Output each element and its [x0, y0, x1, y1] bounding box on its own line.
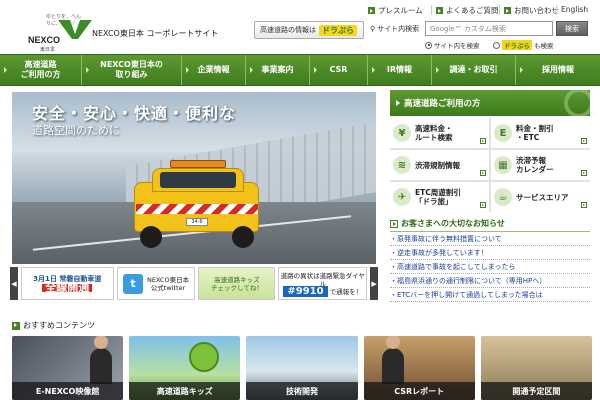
main-nav: 高速道路 ご利用の方 NEXCO東日本の 取り組み 企業情報 事業案内 CSR IR… [0, 54, 600, 86]
banner-joban-open[interactable]: 3月1日 常磐自動車道 全線開通 [20, 267, 114, 300]
carousel-prev-button[interactable]: ◀ [10, 267, 18, 300]
util-link-english[interactable]: English [561, 5, 588, 14]
arrow-icon [390, 219, 398, 228]
nexco-logo[interactable]: ゆとりを、べんりに、ウェイ。 NEXCO 東日本 [14, 8, 92, 53]
recommended-title: おすすめコンテンツ [12, 320, 95, 331]
radio-site-search[interactable]: サイト内を検索 [425, 40, 480, 50]
right-column: 高速道路ご利用の方 ¥ 高速料金・ ルート検索 E 料金・割引 ・ETC ≋ 渋滞規… [390, 90, 590, 302]
logo-text: NEXCO [28, 35, 61, 45]
important-notices: お客さまへの大切なお知らせ ・原発事故に伴う無料措置について ・逆走事故が多発し… [390, 218, 590, 302]
service-grid: ¥ 高速料金・ ルート検索 E 料金・割引 ・ETC ≋ 渋滞規制情報 ▦ 渋滞予報… [390, 118, 590, 212]
link-arrow-icon [480, 170, 486, 176]
service-congestion-calendar[interactable]: ▦ 渋滞予報 カレンダー [491, 150, 590, 180]
search-input[interactable]: Google™ カスタム検索 [425, 21, 553, 36]
license-plate: 34-6 [186, 218, 208, 226]
arrow-icon [504, 7, 511, 14]
link-arrow-icon [480, 202, 486, 208]
v-mark-icon [58, 20, 92, 39]
service-fare-discount-etc[interactable]: E 料金・割引 ・ETC [491, 118, 590, 148]
banner-twitter[interactable]: t NEXCO東日本 公式twitter [116, 267, 196, 300]
warning-light-icon [170, 160, 226, 168]
banner-kids[interactable]: 高速道路キッズ チェックしてね！ [198, 267, 276, 300]
wheel-icon [564, 90, 590, 116]
twitter-icon: t [122, 273, 143, 294]
rec-video-hall[interactable]: E-NEXCO映像館 [12, 336, 124, 400]
search-label: ⚲ サイト内検索 [370, 25, 420, 33]
nav-item-csr[interactable]: CSR [310, 55, 368, 85]
service-toll-route[interactable]: ¥ 高速料金・ ルート検索 [390, 118, 489, 148]
link-arrow-icon [581, 138, 587, 144]
nav-item-users[interactable]: 高速道路 ご利用の方 [0, 55, 82, 85]
divider [499, 5, 500, 15]
radio-dorapura-search[interactable]: ドラぷら も検索 [493, 40, 554, 50]
search-icon: ⚲ [370, 25, 376, 33]
person-image [381, 336, 404, 384]
notice-link[interactable]: ・高速道路で事故を起こしてしまったら [390, 260, 590, 274]
notice-link[interactable]: ・逆走事故が多発しています！ [390, 246, 590, 260]
divider [556, 5, 557, 15]
travel-icon: ✈ [393, 188, 411, 206]
link-arrow-icon [480, 138, 486, 144]
etc-icon: E [494, 124, 512, 142]
service-area-icon: ☕ [494, 188, 512, 206]
mascot-icon [189, 342, 220, 372]
nav-item-ir[interactable]: IR情報 [368, 55, 432, 85]
dorapura-logo: ドラぷら [319, 24, 357, 36]
nav-item-initiatives[interactable]: NEXCO東日本の 取り組み [82, 55, 182, 85]
link-arrow-icon [581, 202, 587, 208]
rec-kids[interactable]: 高速道路キッズ [129, 336, 241, 400]
arrow-icon [436, 7, 443, 14]
nav-item-procurement[interactable]: 調達・お取引 [432, 55, 516, 85]
arrow-icon [12, 321, 20, 330]
page: ゆとりを、べんりに、ウェイ。 NEXCO 東日本 NEXCO東日本 コーポレート… [0, 0, 600, 400]
person-image [90, 336, 112, 384]
users-section-heading[interactable]: 高速道路ご利用の方 [390, 90, 590, 116]
hero-subtitle: 道路空間のために [32, 124, 120, 137]
arrow-icon [396, 100, 400, 106]
util-link-press[interactable]: プレスルーム [368, 5, 423, 16]
toll-icon: ¥ [393, 124, 411, 142]
arrow-icon [368, 7, 375, 14]
rec-opening-sections[interactable]: 開通予定区間 [480, 336, 593, 400]
nav-item-business[interactable]: 事業案内 [246, 55, 310, 85]
util-link-contact[interactable]: お問い合わせ [504, 5, 559, 16]
notice-title[interactable]: お客さまへの大切なお知らせ [390, 218, 590, 232]
dorapura-banner[interactable]: 高速道路の情報は ドラぷら [254, 21, 364, 39]
divider [431, 5, 432, 15]
nav-item-company[interactable]: 企業情報 [182, 55, 246, 85]
util-link-faq[interactable]: よくあるご質問 [436, 5, 499, 16]
banner-carousel: ◀ 3月1日 常磐自動車道 全線開通 t NEXCO東日本 公式twitter 高… [10, 267, 379, 300]
hero-image[interactable]: 安全・安心・快適・便利な 道路空間のために 34-6 [12, 92, 376, 264]
service-service-area[interactable]: ☕ サービスエリア [491, 182, 590, 212]
service-traffic-info[interactable]: ≋ 渋滞規制情報 [390, 150, 489, 180]
notice-link[interactable]: ・ETCバーを押し開けて通過してしまった場合は [390, 288, 590, 302]
radio-selected-icon [425, 41, 432, 49]
hero-title: 安全・安心・快適・便利な [32, 104, 237, 123]
banner-emergency-dial[interactable]: 道路の異状は道路緊急ダイヤル #9910 で通報を！ [278, 267, 368, 300]
rec-csr-report[interactable]: CSRレポート [363, 336, 475, 400]
logo-sub: 東日本 [40, 47, 56, 53]
calendar-icon: ▦ [494, 156, 512, 174]
carousel-next-button[interactable]: ▶ [370, 267, 379, 300]
header: ゆとりを、べんりに、ウェイ。 NEXCO 東日本 NEXCO東日本 コーポレート… [0, 0, 600, 53]
nav-item-recruit[interactable]: 採用情報 [516, 55, 600, 85]
site-name: NEXCO東日本 コーポレートサイト [92, 29, 219, 38]
link-arrow-icon [581, 170, 587, 176]
search-button[interactable]: 検索 [556, 21, 588, 36]
service-etc-tour-discount[interactable]: ✈ ETC周遊割引 「ドラ旅」 [390, 182, 489, 212]
patrol-car-image: 34-6 [122, 152, 272, 252]
notice-link[interactable]: ・原発事故に伴う無料措置について [390, 232, 590, 246]
traffic-icon: ≋ [393, 156, 411, 174]
notice-link[interactable]: ・福島県浜通りの通行制限について（専用HPへ） [390, 274, 590, 288]
recommended-row: E-NEXCO映像館 高速道路キッズ 技術開発 CSRレポート 開通予定区間 [12, 336, 593, 400]
rec-technology[interactable]: 技術開発 [246, 336, 358, 400]
radio-unselected-icon [493, 41, 500, 49]
